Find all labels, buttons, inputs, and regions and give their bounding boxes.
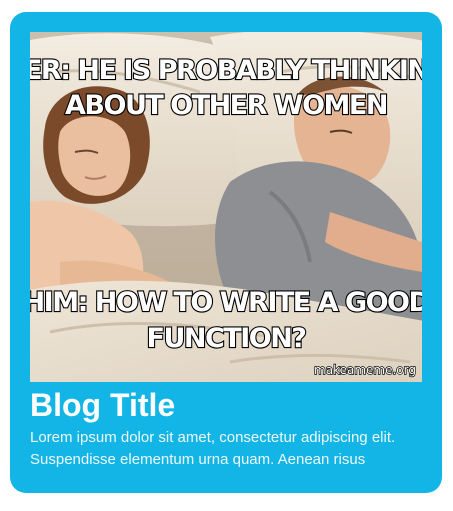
- blog-excerpt: Lorem ipsum dolor sit amet, consectetur …: [30, 429, 396, 468]
- blog-image[interactable]: HER: HE IS PROBABLY THINKING ABOUT OTHER…: [30, 32, 422, 382]
- blog-card[interactable]: HER: HE IS PROBABLY THINKING ABOUT OTHER…: [10, 12, 442, 493]
- meme-top-text-line2: ABOUT OTHER WOMEN: [65, 90, 387, 121]
- meme-bottom-text-line2: FUNCTION?: [147, 323, 306, 354]
- meme-image: HER: HE IS PROBABLY THINKING ABOUT OTHER…: [30, 32, 422, 382]
- meme-top-text-line1: HER: HE IS PROBABLY THINKING: [30, 55, 422, 86]
- meme-bottom-text-line1: HIM: HOW TO WRITE A GOOD: [30, 287, 422, 318]
- meme-watermark: makeameme.org: [314, 363, 416, 377]
- blog-title[interactable]: Blog Title: [30, 386, 175, 424]
